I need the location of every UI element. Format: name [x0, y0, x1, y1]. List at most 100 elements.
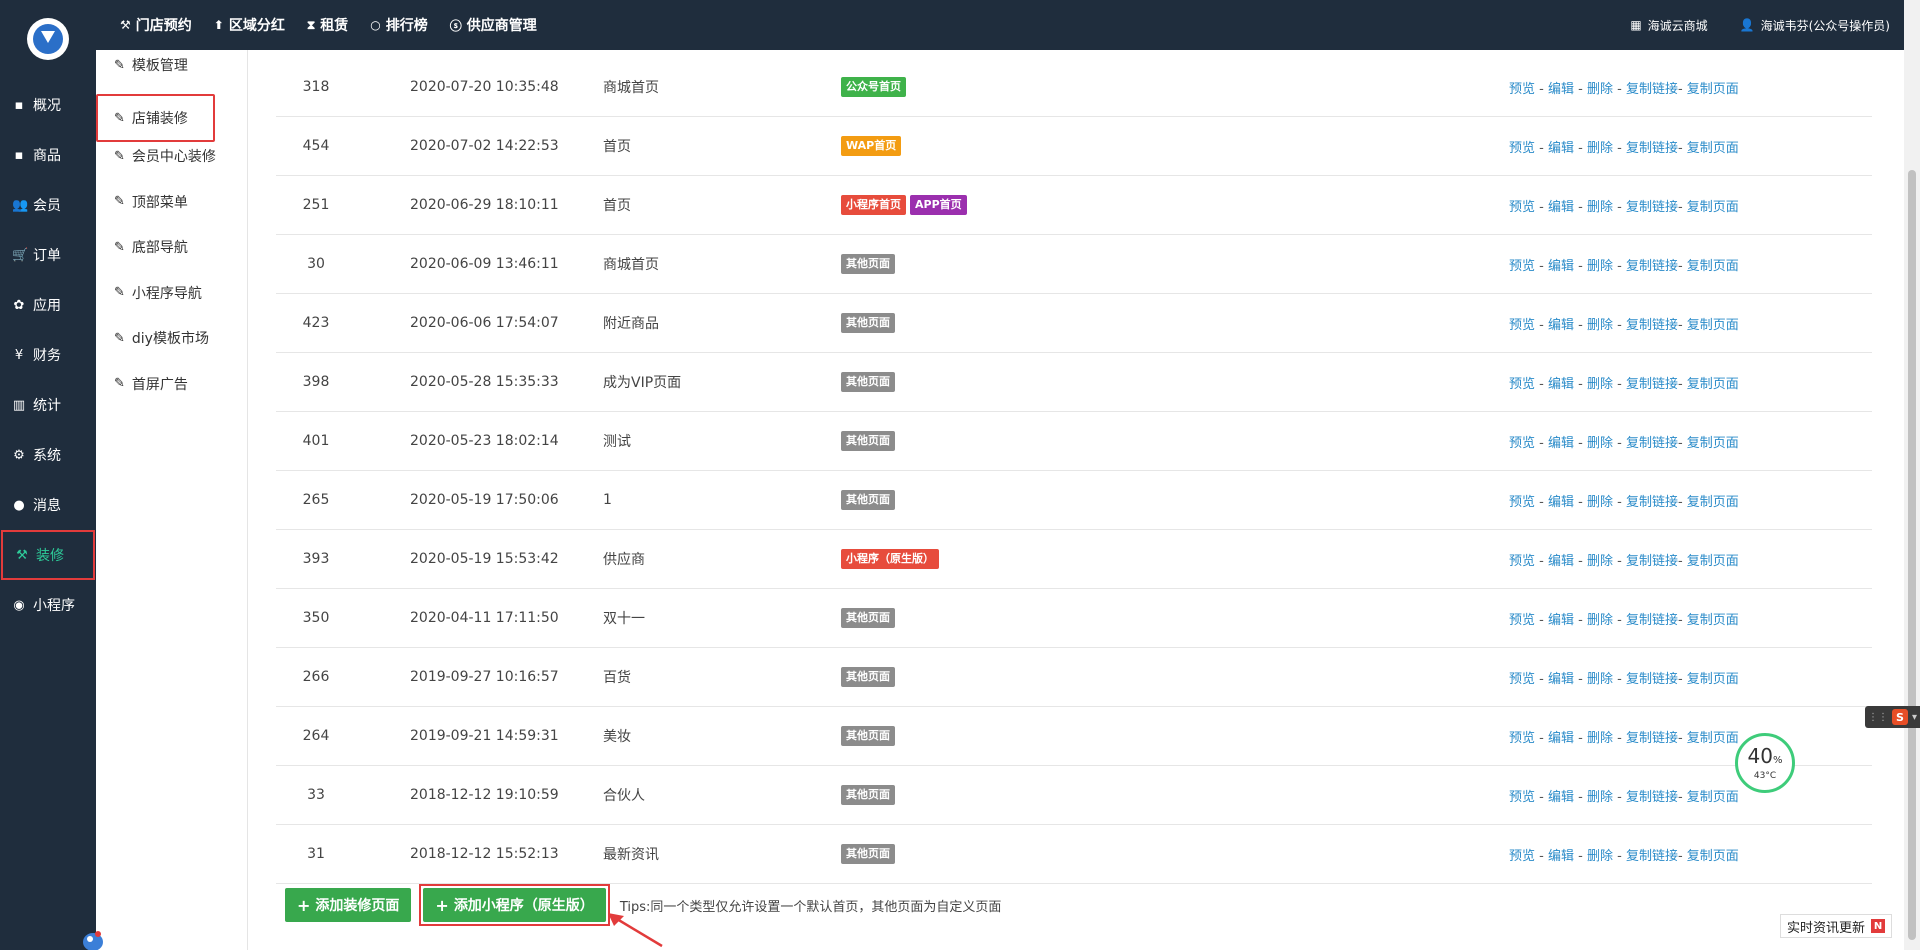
sidebar-item[interactable]: 👥 会员: [0, 180, 96, 230]
submenu-item[interactable]: ✎ 小程序导航: [114, 281, 202, 305]
action-delete-link[interactable]: 删除: [1587, 672, 1613, 687]
action-copy-link-link[interactable]: 复制链接: [1626, 849, 1678, 864]
sidebar-item[interactable]: ● 消息: [0, 480, 96, 530]
sidebar-item[interactable]: ▪ 概况: [0, 80, 96, 130]
submenu-item[interactable]: ✎ 首屏广告: [114, 372, 188, 396]
action-copy-page-link[interactable]: 复制页面: [1687, 554, 1739, 569]
action-copy-page-link[interactable]: 复制页面: [1687, 495, 1739, 510]
action-copy-page-link[interactable]: 复制页面: [1687, 141, 1739, 156]
news-widget[interactable]: 实时资讯更新 N: [1780, 914, 1893, 938]
action-edit-link[interactable]: 编辑: [1548, 200, 1574, 215]
action-preview-link[interactable]: 预览: [1509, 613, 1535, 628]
action-preview-link[interactable]: 预览: [1509, 318, 1535, 333]
sidebar-item[interactable]: 🛒 订单: [0, 230, 96, 280]
action-preview-link[interactable]: 预览: [1509, 731, 1535, 746]
action-delete-link[interactable]: 删除: [1587, 849, 1613, 864]
submenu-item[interactable]: ✎ 顶部菜单: [114, 190, 188, 214]
action-delete-link[interactable]: 删除: [1587, 141, 1613, 156]
submenu-item[interactable]: ✎ 会员中心装修: [114, 144, 216, 168]
action-copy-page-link[interactable]: 复制页面: [1687, 790, 1739, 805]
action-preview-link[interactable]: 预览: [1509, 790, 1535, 805]
action-delete-link[interactable]: 删除: [1587, 495, 1613, 510]
action-delete-link[interactable]: 删除: [1587, 318, 1613, 333]
action-delete-link[interactable]: 删除: [1587, 731, 1613, 746]
ime-toolbar[interactable]: ⋮⋮ S ▾: [1865, 706, 1920, 728]
submenu-item[interactable]: ✎ diy模板市场: [114, 326, 209, 350]
action-copy-link-link[interactable]: 复制链接: [1626, 731, 1678, 746]
logo[interactable]: [27, 18, 69, 60]
action-copy-page-link[interactable]: 复制页面: [1687, 200, 1739, 215]
action-preview-link[interactable]: 预览: [1509, 141, 1535, 156]
add-miniprogram-button[interactable]: + 添加小程序（原生版）: [423, 888, 606, 922]
action-delete-link[interactable]: 删除: [1587, 377, 1613, 392]
action-copy-page-link[interactable]: 复制页面: [1687, 731, 1739, 746]
action-edit-link[interactable]: 编辑: [1548, 377, 1574, 392]
sidebar-item[interactable]: ⚒ 装修: [1, 530, 95, 580]
action-copy-link-link[interactable]: 复制链接: [1626, 200, 1678, 215]
action-edit-link[interactable]: 编辑: [1548, 672, 1574, 687]
sidebar-item[interactable]: ✿ 应用: [0, 280, 96, 330]
action-copy-page-link[interactable]: 复制页面: [1687, 318, 1739, 333]
action-edit-link[interactable]: 编辑: [1548, 259, 1574, 274]
action-edit-link[interactable]: 编辑: [1548, 613, 1574, 628]
action-delete-link[interactable]: 删除: [1587, 790, 1613, 805]
action-edit-link[interactable]: 编辑: [1548, 790, 1574, 805]
action-delete-link[interactable]: 删除: [1587, 259, 1613, 274]
sidebar-item[interactable]: ⚙ 系统: [0, 430, 96, 480]
action-preview-link[interactable]: 预览: [1509, 495, 1535, 510]
action-edit-link[interactable]: 编辑: [1548, 495, 1574, 510]
action-delete-link[interactable]: 删除: [1587, 200, 1613, 215]
action-copy-link-link[interactable]: 复制链接: [1626, 613, 1678, 628]
action-copy-link-link[interactable]: 复制链接: [1626, 318, 1678, 333]
sidebar-item[interactable]: ◉ 小程序: [0, 580, 96, 630]
action-copy-link-link[interactable]: 复制链接: [1626, 141, 1678, 156]
top-nav-item[interactable]: ⧗ 租赁: [307, 15, 348, 35]
sidebar-item[interactable]: ▥ 统计: [0, 380, 96, 430]
action-delete-link[interactable]: 删除: [1587, 554, 1613, 569]
action-preview-link[interactable]: 预览: [1509, 200, 1535, 215]
action-preview-link[interactable]: 预览: [1509, 377, 1535, 392]
action-edit-link[interactable]: 编辑: [1548, 82, 1574, 97]
action-copy-link-link[interactable]: 复制链接: [1626, 377, 1678, 392]
user-menu[interactable]: 👤 海诚韦芬(公众号操作员): [1740, 17, 1890, 34]
action-copy-link-link[interactable]: 复制链接: [1626, 436, 1678, 451]
action-delete-link[interactable]: 删除: [1587, 436, 1613, 451]
action-preview-link[interactable]: 预览: [1509, 672, 1535, 687]
action-delete-link[interactable]: 删除: [1587, 613, 1613, 628]
action-copy-link-link[interactable]: 复制链接: [1626, 82, 1678, 97]
performance-gauge[interactable]: 40% 43°C: [1735, 733, 1795, 793]
add-page-button[interactable]: + 添加装修页面: [285, 888, 412, 922]
action-copy-page-link[interactable]: 复制页面: [1687, 613, 1739, 628]
top-nav-item[interactable]: ⬆ 区域分红: [214, 15, 285, 35]
action-copy-link-link[interactable]: 复制链接: [1626, 495, 1678, 510]
action-delete-link[interactable]: 删除: [1587, 82, 1613, 97]
top-nav-item[interactable]: ○ 排行榜: [370, 15, 427, 35]
submenu-item[interactable]: ✎ 模板管理: [114, 53, 188, 77]
action-edit-link[interactable]: 编辑: [1548, 141, 1574, 156]
mascot-icon[interactable]: [78, 920, 108, 950]
sidebar-item[interactable]: ▪ 商品: [0, 130, 96, 180]
action-preview-link[interactable]: 预览: [1509, 259, 1535, 274]
shop-switch-link[interactable]: ▦ 海诚云商城: [1630, 17, 1707, 34]
action-copy-page-link[interactable]: 复制页面: [1687, 672, 1739, 687]
action-copy-link-link[interactable]: 复制链接: [1626, 790, 1678, 805]
action-copy-page-link[interactable]: 复制页面: [1687, 849, 1739, 864]
submenu-item[interactable]: ✎ 店铺装修: [96, 94, 215, 142]
action-edit-link[interactable]: 编辑: [1548, 849, 1574, 864]
action-edit-link[interactable]: 编辑: [1548, 318, 1574, 333]
scrollbar[interactable]: [1904, 0, 1920, 950]
sidebar-item[interactable]: ¥ 财务: [0, 330, 96, 380]
top-nav-item[interactable]: ⓢ 供应商管理: [450, 15, 537, 35]
action-edit-link[interactable]: 编辑: [1548, 436, 1574, 451]
action-copy-page-link[interactable]: 复制页面: [1687, 377, 1739, 392]
action-copy-link-link[interactable]: 复制链接: [1626, 259, 1678, 274]
action-copy-page-link[interactable]: 复制页面: [1687, 436, 1739, 451]
action-preview-link[interactable]: 预览: [1509, 554, 1535, 569]
top-nav-item[interactable]: ⚒ 门店预约: [120, 15, 192, 35]
action-copy-link-link[interactable]: 复制链接: [1626, 554, 1678, 569]
scrollbar-thumb[interactable]: [1908, 170, 1916, 940]
action-preview-link[interactable]: 预览: [1509, 849, 1535, 864]
action-copy-page-link[interactable]: 复制页面: [1687, 82, 1739, 97]
action-preview-link[interactable]: 预览: [1509, 82, 1535, 97]
action-preview-link[interactable]: 预览: [1509, 436, 1535, 451]
